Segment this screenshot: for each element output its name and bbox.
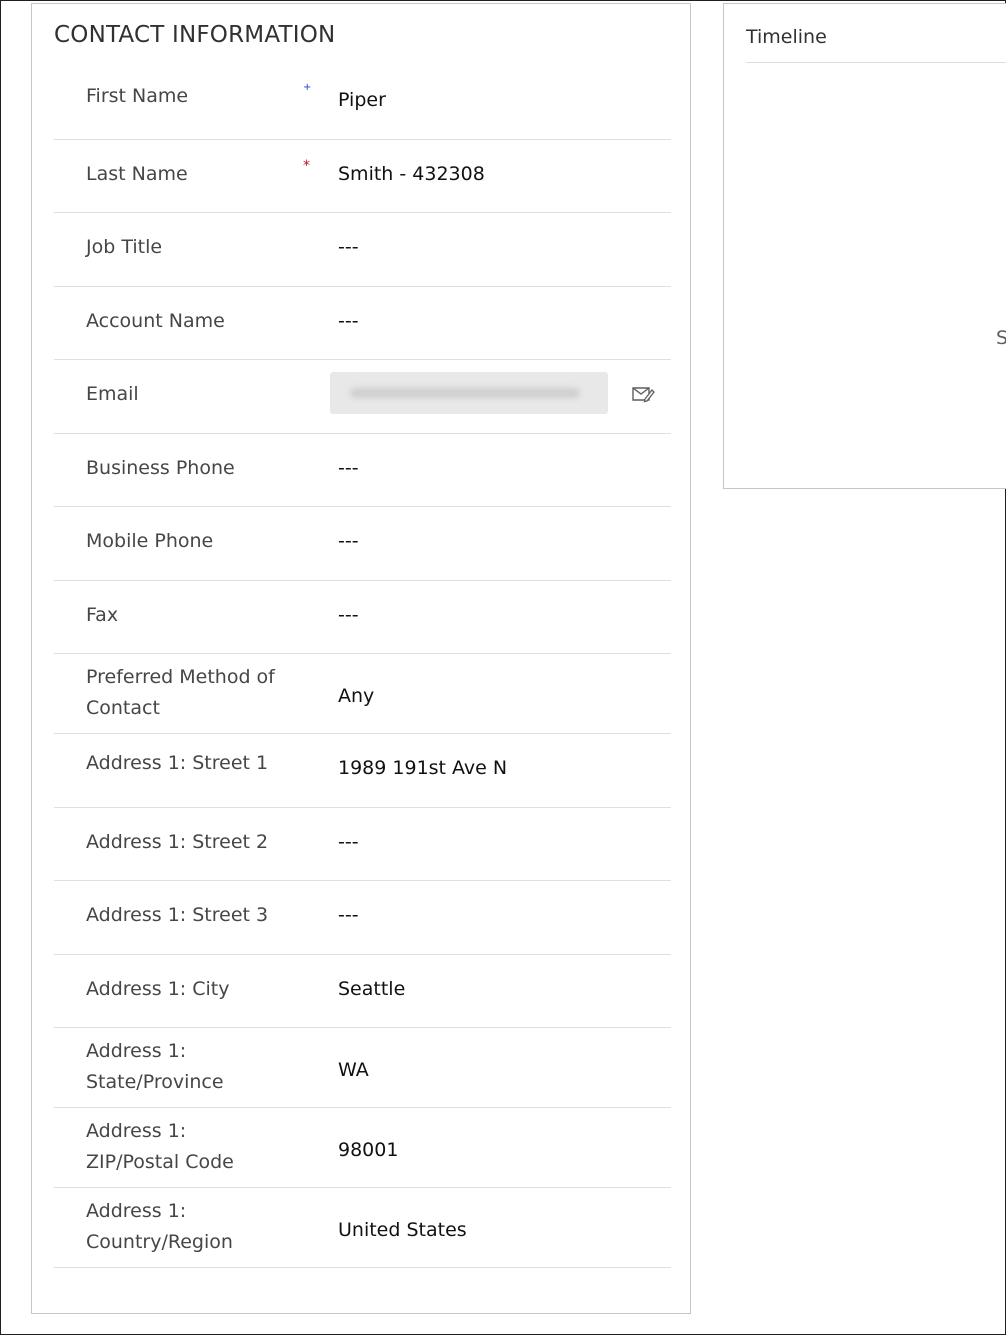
field-label: Mobile Phone [86,530,214,552]
field-label: Address 1: Street 1 [86,752,269,774]
contact-information-section: CONTACT INFORMATION First Name + Piper L… [31,3,691,1314]
account-name-value[interactable]: --- [338,309,359,333]
field-row-email: Email [54,360,671,434]
field-row-account-name: Account Name --- [54,287,671,360]
field-label: Address 1: ZIP/Postal Code [86,1120,234,1173]
field-row-last-name: Last Name * Smith - 432308 [54,140,671,213]
street-2-value[interactable]: --- [338,830,359,854]
last-name-value[interactable]: Smith - 432308 [338,162,485,186]
timeline-panel: Timeline S [723,3,1006,489]
field-row-city: Address 1: City Seattle [54,955,671,1028]
field-label: Email [86,383,139,405]
field-label: Address 1: Country/Region [86,1200,233,1253]
field-row-business-phone: Business Phone --- [54,434,671,507]
required-indicator: * [303,158,310,174]
business-phone-value[interactable]: --- [338,456,359,480]
field-label: Address 1: Street 2 [86,831,269,853]
field-label: Address 1: Street 3 [86,904,269,926]
field-label: Business Phone [86,457,235,479]
field-label: Last Name [86,163,188,185]
field-row-state-province: Address 1: State/Province WA [54,1028,671,1108]
field-row-mobile-phone: Mobile Phone --- [54,507,671,581]
field-label: Preferred Method of Contact [86,666,275,719]
send-email-icon[interactable] [631,384,655,404]
email-value-redacted[interactable] [330,372,608,414]
field-label: Account Name [86,310,225,332]
field-label: Fax [86,604,119,626]
country-region-value[interactable]: United States [338,1218,467,1242]
field-row-fax: Fax --- [54,581,671,654]
field-row-preferred-method-of-contact: Preferred Method of Contact Any [54,654,671,734]
field-row-job-title: Job Title --- [54,213,671,287]
window-frame: CONTACT INFORMATION First Name + Piper L… [0,0,1006,1335]
field-row-country-region: Address 1: Country/Region United States [54,1188,671,1268]
street-3-value[interactable]: --- [338,903,359,927]
redacted-text [350,388,580,398]
field-label: Address 1: City [86,978,230,1000]
fax-value[interactable]: --- [338,603,359,627]
field-row-street-2: Address 1: Street 2 --- [54,808,671,881]
timeline-title: Timeline [746,26,827,48]
zip-postal-code-value[interactable]: 98001 [338,1138,398,1162]
street-1-value[interactable]: 1989 191st Ave N [338,756,507,780]
recommended-indicator: + [303,82,312,93]
section-title: CONTACT INFORMATION [54,22,336,48]
city-value[interactable]: Seattle [338,977,405,1001]
field-label: Job Title [86,236,163,258]
field-label: Address 1: State/Province [86,1040,224,1093]
field-row-street-3: Address 1: Street 3 --- [54,881,671,955]
state-province-value[interactable]: WA [338,1058,369,1082]
field-row-zip-postal-code: Address 1: ZIP/Postal Code 98001 [54,1108,671,1188]
field-row-first-name: First Name + Piper [54,62,671,140]
timeline-clipped-text: S [996,327,1006,349]
preferred-contact-value[interactable]: Any [338,684,374,708]
timeline-divider [746,62,1006,63]
field-row-street-1: Address 1: Street 1 1989 191st Ave N [54,734,671,808]
field-list: First Name + Piper Last Name * Smith - 4… [54,62,671,1268]
job-title-value[interactable]: --- [338,235,359,259]
first-name-value[interactable]: Piper [338,88,386,112]
mobile-phone-value[interactable]: --- [338,529,359,553]
field-label: First Name [86,85,189,107]
